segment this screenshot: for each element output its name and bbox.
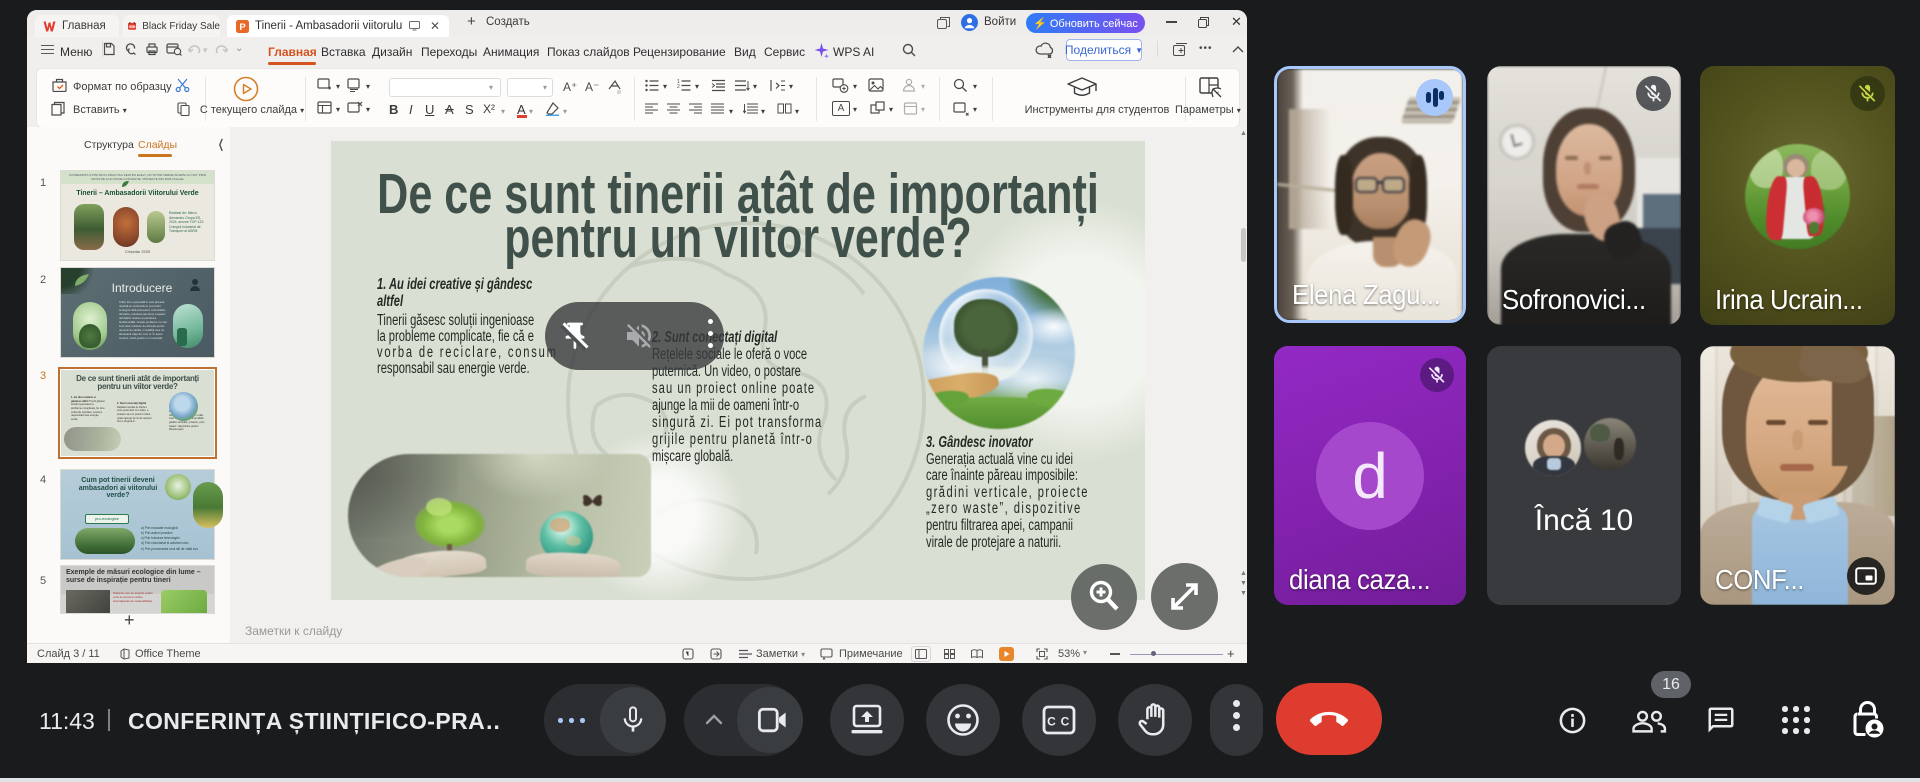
svg-text:2: 2	[677, 84, 680, 90]
svg-text:P: P	[239, 22, 246, 33]
svg-text:C: C	[1047, 715, 1056, 729]
svg-text:SALE: SALE	[129, 25, 136, 28]
svg-text:C: C	[1061, 715, 1070, 729]
